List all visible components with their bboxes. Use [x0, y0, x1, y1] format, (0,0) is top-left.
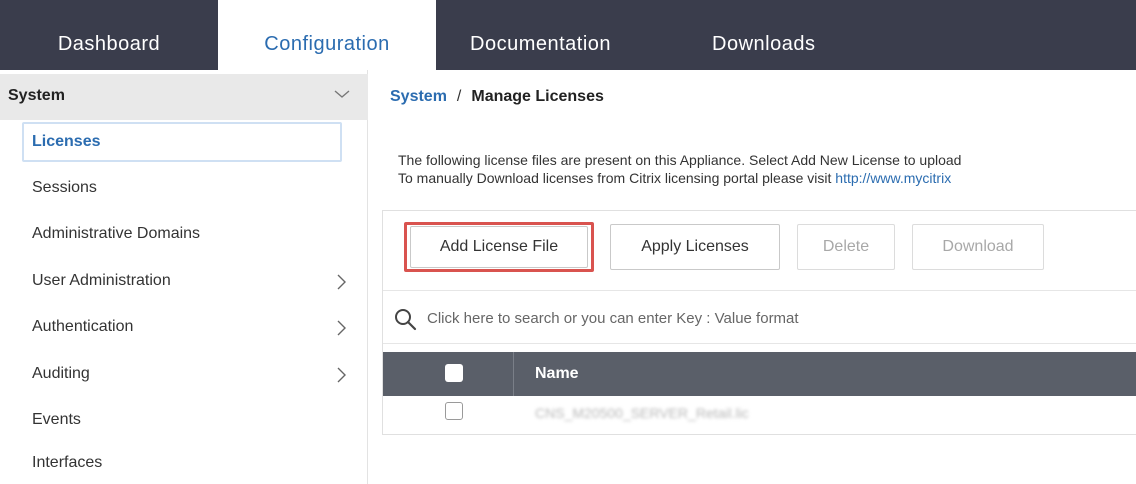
sidebar-item-sessions[interactable]: Sessions: [22, 168, 342, 208]
sidebar-item-label: Sessions: [32, 179, 97, 196]
sidebar-item-events[interactable]: Events: [22, 400, 342, 440]
sidebar-item-label: Licenses: [32, 133, 101, 150]
page-description: The following license files are present …: [398, 151, 1136, 187]
sidebar-item-user-administration[interactable]: User Administration: [22, 261, 346, 301]
chevron-right-icon: [337, 320, 346, 336]
sidebar-item-label: Interfaces: [32, 454, 103, 471]
search-input[interactable]: [427, 307, 1117, 329]
search-bar[interactable]: [383, 290, 1136, 344]
sidebar-item-authentication[interactable]: Authentication: [22, 307, 346, 347]
delete-button[interactable]: Delete: [797, 224, 895, 270]
description-line-2-text: To manually Download licenses from Citri…: [398, 170, 836, 186]
apply-licenses-button[interactable]: Apply Licenses: [610, 224, 780, 270]
sidebar-item-label: Administrative Domains: [32, 225, 201, 242]
add-license-file-button[interactable]: Add License File: [410, 226, 588, 268]
tab-documentation[interactable]: Documentation: [470, 0, 660, 70]
sidebar-item-label: Authentication: [32, 318, 134, 335]
chevron-right-icon: [337, 367, 346, 383]
mycitrix-link[interactable]: http://www.mycitrix: [835, 170, 951, 186]
top-navigation: Dashboard Configuration Documentation Do…: [0, 0, 1136, 70]
sidebar-item-label: User Administration: [32, 272, 171, 289]
tab-downloads[interactable]: Downloads: [712, 0, 852, 70]
table-row[interactable]: CNS_M20500_SERVER_Retail.lic: [383, 396, 1136, 434]
sidebar-section-system[interactable]: System: [0, 74, 368, 120]
sidebar-item-label: Events: [32, 411, 81, 428]
sidebar-item-auditing[interactable]: Auditing: [22, 354, 346, 394]
tab-configuration[interactable]: Configuration: [218, 0, 436, 70]
breadcrumb-separator: /: [456, 88, 462, 105]
sidebar-item-licenses[interactable]: Licenses: [22, 122, 342, 162]
tab-dashboard[interactable]: Dashboard: [0, 0, 218, 70]
select-all-checkbox[interactable]: [445, 364, 463, 382]
sidebar-item-administrative-domains[interactable]: Administrative Domains: [22, 214, 342, 254]
sidebar: System Licenses Sessions Administrative …: [0, 70, 368, 484]
license-file-name: CNS_M20500_SERVER_Retail.lic: [535, 405, 749, 421]
breadcrumb-current: Manage Licenses: [471, 88, 604, 105]
sidebar-item-label: Auditing: [32, 365, 90, 382]
description-line-2: To manually Download licenses from Citri…: [398, 169, 1136, 187]
sidebar-section-label: System: [8, 87, 65, 104]
sidebar-item-interfaces[interactable]: Interfaces: [22, 443, 342, 483]
row-checkbox[interactable]: [445, 402, 463, 420]
description-line-1: The following license files are present …: [398, 152, 962, 168]
column-header-name[interactable]: Name: [535, 365, 579, 383]
search-icon: [395, 309, 417, 331]
breadcrumb: System / Manage Licenses: [390, 88, 604, 106]
download-button[interactable]: Download: [912, 224, 1044, 270]
breadcrumb-system-link[interactable]: System: [390, 88, 447, 105]
chevron-right-icon: [337, 274, 346, 290]
chevron-down-icon[interactable]: [332, 84, 352, 104]
column-divider: [513, 352, 514, 396]
table-header: Name: [383, 352, 1136, 396]
